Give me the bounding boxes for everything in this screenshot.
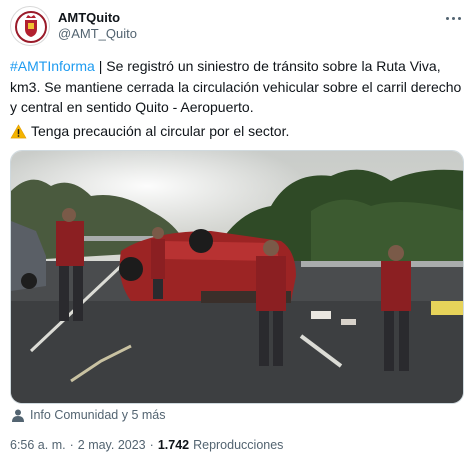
warning-text: Tenga precaución al circular por el sect… bbox=[31, 123, 290, 139]
overturned-car-accident-photo bbox=[11, 151, 463, 403]
hashtag-link[interactable]: #AMTInforma bbox=[10, 58, 95, 74]
amt-quito-crest-icon bbox=[15, 11, 47, 43]
meta-separator: · bbox=[69, 438, 74, 452]
tagged-label: Info Comunidad y 5 más bbox=[30, 408, 166, 422]
tweet-line-1: | Se registró un siniestro de tránsito s… bbox=[94, 58, 441, 74]
tweet-header: AMTQuito @AMT_Quito bbox=[10, 6, 464, 46]
author-handle[interactable]: @AMT_Quito bbox=[58, 26, 137, 42]
more-options-icon[interactable] bbox=[442, 10, 464, 26]
views-label: Reproducciones bbox=[193, 438, 284, 452]
warning-sign-icon bbox=[10, 123, 27, 138]
person-icon bbox=[12, 409, 24, 422]
tweet-line-3: y central en sentido Quito - Aeropuerto. bbox=[10, 99, 254, 115]
tagged-users[interactable]: Info Comunidad y 5 más bbox=[12, 408, 166, 422]
views-count: 1.742 bbox=[157, 438, 190, 452]
avatar[interactable] bbox=[10, 6, 50, 46]
tweet-date[interactable]: 2 may. 2023 bbox=[78, 438, 146, 452]
warning-line: Tenga precaución al circular por el sect… bbox=[10, 121, 289, 141]
tweet-line-2: km3. Se mantiene cerrada la circulación … bbox=[10, 78, 462, 95]
tweet-time[interactable]: 6:56 a. m. bbox=[10, 438, 66, 452]
author-display-name[interactable]: AMTQuito bbox=[58, 10, 137, 26]
tweet-meta: 6:56 a. m. · 2 may. 2023 · 1.742 Reprodu… bbox=[10, 438, 283, 452]
meta-separator: · bbox=[149, 438, 154, 452]
tweet-text: #AMTInforma | Se registró un siniestro d… bbox=[10, 56, 466, 118]
tweet-photo[interactable] bbox=[10, 150, 464, 404]
